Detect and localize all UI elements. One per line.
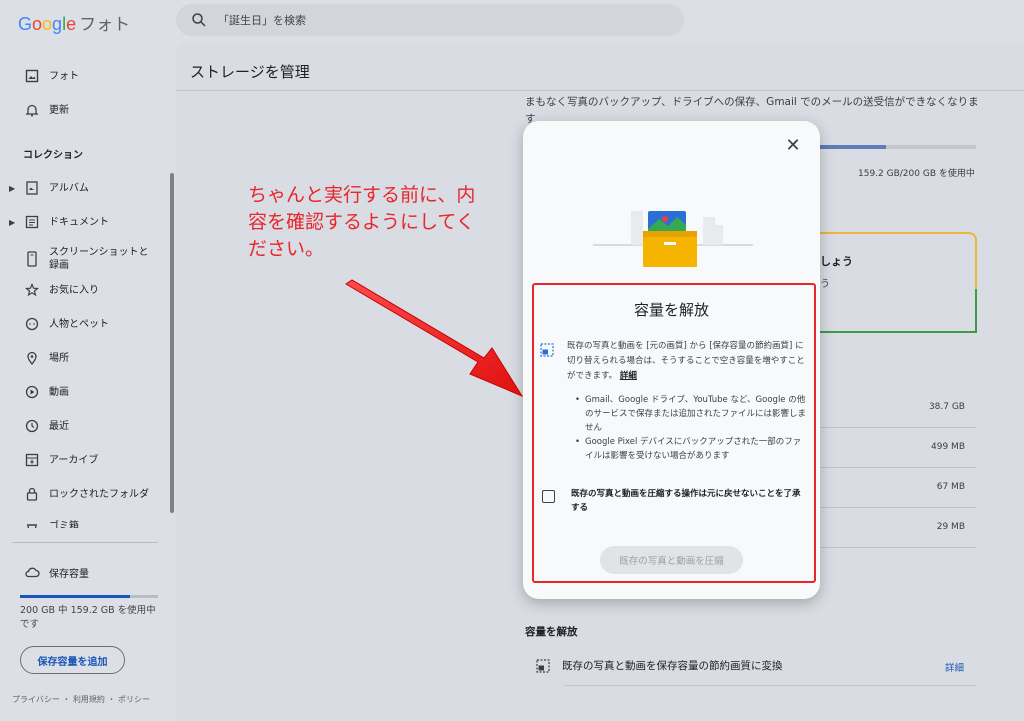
- sidebar-item-people-pets[interactable]: 人物とペット: [0, 310, 168, 338]
- compress-button[interactable]: 既存の写真と動画を圧縮: [600, 546, 743, 574]
- storage-illustration: [593, 211, 753, 267]
- sidebar-item-recent[interactable]: 最近: [0, 412, 168, 440]
- star-icon: [24, 282, 40, 298]
- place-icon: [24, 350, 40, 366]
- caret-right-icon[interactable]: ▶: [9, 184, 15, 193]
- sidebar-item-albums[interactable]: ▶ アルバム: [0, 174, 168, 202]
- usage-text: 159.2 GB/200 GB を使用中: [858, 169, 975, 179]
- compress-option-row[interactable]: 既存の写真と動画を保存容量の節約画質に変換 詳細: [536, 655, 976, 685]
- sidebar-item-archive[interactable]: アーカイブ: [0, 446, 168, 474]
- logo-brand: Google: [18, 14, 77, 34]
- face-icon: [24, 316, 40, 332]
- caret-right-icon[interactable]: ▶: [9, 218, 15, 227]
- size-value: 499 MB: [931, 442, 965, 452]
- trash-icon: [24, 520, 40, 528]
- acknowledge-label[interactable]: 既存の写真と動画を圧縮する操作は元に戻せないことを了承する: [571, 487, 803, 515]
- sidebar-item-label: アルバム: [49, 182, 89, 194]
- sidebar-item-label: アーカイブ: [49, 454, 99, 466]
- sidebar-item-favorites[interactable]: お気に入り: [0, 276, 168, 304]
- sidebar-item-label: 動画: [49, 386, 69, 398]
- storage-usage-text: 200 GB 中 159.2 GB を使用中です: [20, 605, 156, 630]
- bell-icon: [24, 102, 40, 118]
- free-space-heading: 容量を解放: [525, 626, 578, 638]
- compress-icon: [540, 343, 554, 357]
- sidebar-item-label: お気に入り: [49, 284, 99, 296]
- dialog-title: 容量を解放: [633, 301, 709, 319]
- storage-link[interactable]: 保存容量: [24, 564, 89, 580]
- sidebar-scrollbar[interactable]: [170, 173, 174, 513]
- sidebar-item-label: 更新: [49, 104, 69, 116]
- free-space-dialog: ✕ 容量を解放 既存の写真と動画を [元の画質] から [保存容量の節約画質] …: [523, 121, 820, 599]
- logo-product: フォト: [79, 15, 131, 34]
- sidebar-item-photos[interactable]: フォト: [0, 62, 168, 90]
- search-icon: [192, 13, 206, 27]
- add-storage-button[interactable]: 保存容量を追加: [20, 646, 125, 674]
- sidebar-item-videos[interactable]: 動画: [0, 378, 168, 406]
- size-value: 29 MB: [936, 522, 965, 532]
- tip-card-title: しょう: [820, 255, 853, 268]
- sidebar-item-label: ドキュメント: [49, 216, 109, 228]
- search-input[interactable]: 「誕生日」を検索: [218, 12, 306, 28]
- sidebar-item-label: 人物とペット: [49, 318, 109, 330]
- sidebar-item-screenshots[interactable]: スクリーンショットと録画: [0, 242, 168, 276]
- search-bar[interactable]: 「誕生日」を検索: [176, 4, 684, 36]
- tip-card[interactable]: [816, 232, 977, 333]
- google-photos-logo[interactable]: Google フォト: [18, 10, 130, 35]
- clock-icon: [24, 418, 40, 434]
- sidebar-item-label: ロックされたフォルダ: [49, 488, 149, 500]
- album-icon: [24, 180, 40, 196]
- close-icon[interactable]: ✕: [784, 137, 802, 155]
- sidebar-item-label: 場所: [49, 352, 69, 364]
- storage-label: 保存容量: [49, 568, 89, 580]
- sidebar-item-label: フォト: [49, 70, 79, 82]
- tip-card-accent-bottom: [816, 331, 977, 333]
- sidebar: フォト 更新 コレクション ▶ アルバム ▶ ドキュメント スクリーンショットと…: [0, 58, 174, 721]
- compress-icon: [536, 659, 550, 673]
- learn-more-link[interactable]: 詳細: [620, 371, 637, 381]
- tip-card-sub: う: [820, 279, 830, 290]
- sidebar-item-documents[interactable]: ▶ ドキュメント: [0, 208, 168, 236]
- storage-progress: [20, 595, 158, 598]
- sidebar-item-places[interactable]: 場所: [0, 344, 168, 372]
- bullet-item: Gmail、Google ドライブ、YouTube など、Google の他のサ…: [575, 393, 807, 435]
- details-link[interactable]: 詳細: [945, 660, 964, 674]
- size-value: 67 MB: [936, 482, 965, 492]
- sidebar-divider: [12, 542, 158, 543]
- annotation-text: ちゃんと実行する前に、内容を確認するようにしてください。: [248, 184, 476, 260]
- footer-links[interactable]: プライバシー ・ 利用規約 ・ ポリシー: [12, 694, 150, 705]
- acknowledge-checkbox[interactable]: [542, 490, 555, 503]
- sidebar-item-locked-folder[interactable]: ロックされたフォルダ: [0, 480, 168, 508]
- sidebar-item-label: 最近: [49, 420, 69, 432]
- bullet-item: Google Pixel デバイスにバックアップされた一部のファイルは影響を受け…: [575, 435, 807, 463]
- dialog-bullets: Gmail、Google ドライブ、YouTube など、Google の他のサ…: [575, 393, 807, 463]
- sidebar-item-label: ゴミ箱: [49, 521, 79, 528]
- size-value: 38.7 GB: [928, 402, 965, 412]
- sidebar-item-trash[interactable]: ゴミ箱: [0, 514, 168, 528]
- sidebar-item-label: スクリーンショットと録画: [49, 247, 149, 271]
- collections-heading: コレクション: [23, 150, 83, 161]
- dialog-description-text: 既存の写真と動画を [元の画質] から [保存容量の節約画質] に切り替えられる…: [567, 341, 805, 381]
- compress-option-label: 既存の写真と動画を保存容量の節約画質に変換: [562, 660, 783, 672]
- annotation-arrow: [345, 279, 524, 398]
- photo-icon: [24, 68, 40, 84]
- dialog-description: 既存の写真と動画を [元の画質] から [保存容量の節約画質] に切り替えられる…: [567, 339, 807, 384]
- archive-icon: [24, 452, 40, 468]
- title-divider: [176, 90, 1024, 91]
- play-icon: [24, 384, 40, 400]
- page-title: ストレージを管理: [190, 63, 310, 81]
- free-row-divider: [564, 685, 976, 686]
- document-icon: [24, 214, 40, 230]
- lock-icon: [24, 486, 40, 502]
- phone-screenshot-icon: [24, 251, 40, 267]
- sidebar-item-updates[interactable]: 更新: [0, 96, 168, 124]
- cloud-icon: [25, 567, 40, 578]
- tip-card-accent: [975, 289, 977, 333]
